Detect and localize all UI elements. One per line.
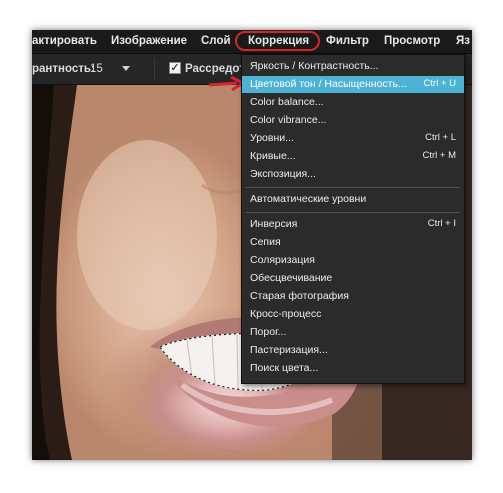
menu-item-color-lookup[interactable]: Поиск цвета... [242, 360, 464, 377]
menu-item-color-vibrance[interactable]: Color vibrance... [242, 112, 464, 129]
menu-bar: актировать Изображение Слой Коррекция Фи… [32, 30, 472, 54]
adjustments-dropdown-menu: Яркость / Контрастность... Цветовой тон … [241, 54, 465, 384]
menu-item-sepia[interactable]: Сепия [242, 234, 464, 251]
spread-checkbox[interactable]: ✓ [169, 62, 181, 74]
menu-item-threshold[interactable]: Порог... [242, 324, 464, 341]
menu-item-invert[interactable]: Инверсия Ctrl + I [242, 216, 464, 233]
annotation-circle [235, 31, 320, 51]
menu-layer[interactable]: Слой [201, 35, 231, 47]
menu-item-levels[interactable]: Уровни... Ctrl + L [242, 130, 464, 147]
app-window: актировать Изображение Слой Коррекция Фи… [32, 30, 472, 460]
menu-edit[interactable]: актировать [32, 35, 97, 47]
toolbar-divider [154, 58, 155, 80]
menu-item-brightness-contrast[interactable]: Яркость / Контрастность... [242, 58, 464, 75]
menu-item-color-balance[interactable]: Color balance... [242, 94, 464, 111]
tolerance-label: рантность: [32, 63, 95, 75]
menu-item-posterize[interactable]: Пастеризация... [242, 342, 464, 359]
menu-item-solarize[interactable]: Соляризация [242, 252, 464, 269]
tolerance-input[interactable]: 15 [90, 63, 103, 75]
menu-item-old-photo[interactable]: Старая фотография [242, 288, 464, 305]
menu-language[interactable]: Яз [456, 35, 470, 47]
menu-item-curves[interactable]: Кривые... Ctrl + M [242, 148, 464, 165]
menu-item-exposure[interactable]: Экспозиция... [242, 166, 464, 183]
menu-item-desaturate[interactable]: Обесцвечивание [242, 270, 464, 287]
menu-view[interactable]: Просмотр [384, 35, 440, 47]
menu-item-hue-saturation[interactable]: Цветовой тон / Насыщенность... Ctrl + U [242, 76, 464, 93]
tolerance-dropdown-arrow-icon[interactable] [122, 66, 130, 71]
menu-divider [246, 187, 460, 188]
menu-image[interactable]: Изображение [111, 35, 187, 47]
menu-item-auto-levels[interactable]: Автоматические уровни [242, 191, 464, 208]
menu-item-cross-process[interactable]: Кросс-процесс [242, 306, 464, 323]
menu-divider [246, 212, 460, 213]
menu-filter[interactable]: Фильтр [326, 35, 369, 47]
